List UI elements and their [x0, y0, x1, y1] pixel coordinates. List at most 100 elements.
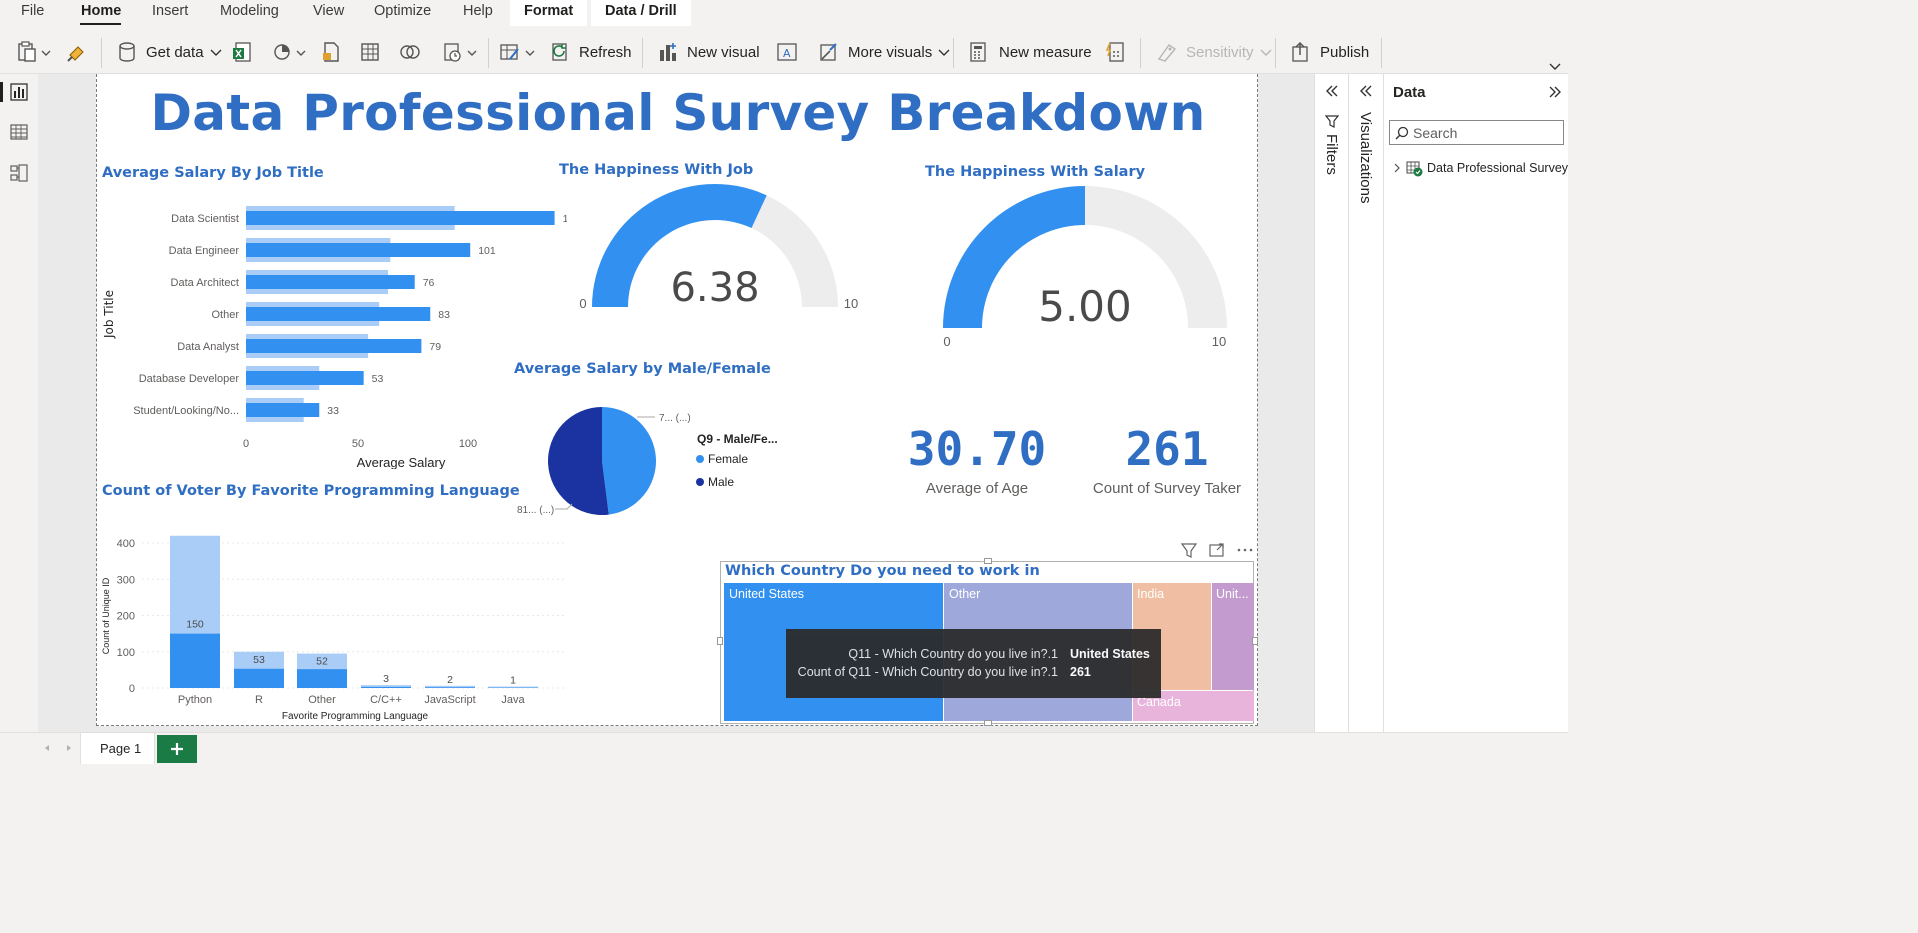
- language-category-label: C/C++: [370, 694, 402, 706]
- collapse-pane-icon[interactable]: [1324, 83, 1340, 99]
- bar-chart-icon: [660, 43, 676, 61]
- filters-label[interactable]: Filters: [1323, 134, 1340, 175]
- salary-bars: Data Scientist139Data Engineer101Data Ar…: [133, 206, 567, 422]
- menu-modeling[interactable]: Modeling: [220, 3, 279, 19]
- salary-bar[interactable]: [246, 275, 415, 289]
- excel-button[interactable]: [231, 40, 253, 64]
- gender-salary-pie[interactable]: 7... (...) 81... (...) Q9 - Male/Fe... F…: [507, 399, 807, 529]
- language-bar[interactable]: [297, 669, 347, 688]
- refresh-button[interactable]: Refresh: [549, 40, 632, 64]
- salary-bar[interactable]: [246, 371, 364, 385]
- resize-handle[interactable]: [717, 637, 723, 645]
- table-view-icon[interactable]: [9, 122, 29, 142]
- ribbon-separator: [1381, 38, 1382, 68]
- publish-button[interactable]: Publish: [1290, 40, 1369, 64]
- sensitivity-button[interactable]: Sensitivity: [1156, 40, 1274, 64]
- text-box-button[interactable]: A: [776, 40, 798, 64]
- language-value-label: 1: [510, 675, 516, 687]
- salary-bar[interactable]: [246, 339, 422, 353]
- salary-value-label: 79: [429, 341, 441, 353]
- resize-handle[interactable]: [1252, 637, 1258, 645]
- menu-home[interactable]: Home: [81, 3, 121, 19]
- salary-bar[interactable]: [246, 403, 320, 417]
- language-bar[interactable]: [425, 687, 475, 688]
- happiness-job-gauge[interactable]: 6.38 0 10: [567, 174, 867, 319]
- salary-category-label: Data Scientist: [171, 213, 239, 225]
- salary-category-label: Data Analyst: [177, 341, 239, 353]
- new-visual-button[interactable]: New visual: [657, 40, 760, 64]
- more-visuals-button[interactable]: More visuals: [818, 40, 952, 64]
- prev-page-icon[interactable]: [42, 743, 52, 753]
- page-tabs-bar: Page 1: [0, 732, 1568, 764]
- ribbon-separator: [1140, 38, 1141, 68]
- model-view-icon[interactable]: [9, 163, 29, 183]
- menu-data-drill[interactable]: Data / Drill: [591, 0, 691, 26]
- tooltip-value: 261: [1070, 665, 1091, 679]
- chevron-down-icon: [938, 49, 950, 56]
- language-bar[interactable]: [170, 633, 220, 688]
- new-measure-button[interactable]: New measure: [967, 40, 1092, 64]
- language-bar[interactable]: [361, 686, 411, 688]
- dataverse-button[interactable]: [399, 40, 421, 64]
- visualizations-pane: Visualizations: [1348, 74, 1383, 732]
- tooltip-row: Count of Q11 - Which Country do you live…: [786, 665, 1161, 683]
- treemap-cell-united-kingdom[interactable]: Unit...: [1212, 583, 1254, 690]
- language-ytick: 100: [117, 647, 135, 659]
- language-chart[interactable]: Count of Unique ID 0 100 200 300 400 150 Pyth…: [97, 526, 577, 724]
- recent-sources-button[interactable]: [442, 40, 478, 64]
- salary-bar[interactable]: [246, 243, 471, 257]
- language-bars: 150 Python 53 R 52 Other 3 C/C++ 2 JavaScript 1 Jav…: [170, 535, 538, 706]
- salary-by-job-chart[interactable]: Job Title Data Scientist139Data Engineer…: [97, 184, 567, 469]
- filter-icon[interactable]: [1180, 541, 1198, 559]
- menu-format[interactable]: Format: [510, 0, 588, 26]
- data-hub-icon: [274, 44, 306, 60]
- report-view-icon[interactable]: [9, 82, 29, 102]
- more-visuals-label: More visuals: [848, 43, 933, 61]
- sql-server-button[interactable]: [320, 40, 342, 64]
- legend-male: Male: [708, 475, 734, 489]
- salary-bar[interactable]: [246, 211, 555, 225]
- expand-pane-icon[interactable]: [1547, 84, 1563, 100]
- menu-optimize[interactable]: Optimize: [374, 3, 431, 19]
- focus-mode-icon[interactable]: [1208, 541, 1226, 559]
- salary-value-label: 101: [478, 245, 496, 257]
- next-page-icon[interactable]: [64, 743, 74, 753]
- language-ytick: 0: [129, 683, 135, 695]
- happiness-salary-gauge[interactable]: 5.00 0 10: [927, 178, 1227, 353]
- collapse-pane-icon[interactable]: [1358, 83, 1374, 99]
- salary-category-label: Other: [211, 309, 239, 321]
- visualizations-label[interactable]: Visualizations: [1357, 112, 1374, 203]
- enter-data-button[interactable]: [359, 40, 381, 64]
- data-hub-button[interactable]: [271, 40, 307, 64]
- resize-handle[interactable]: [984, 558, 992, 564]
- more-options-icon[interactable]: [1236, 541, 1254, 559]
- menu-file[interactable]: File: [21, 3, 44, 19]
- pie-slice-male[interactable]: [548, 407, 609, 515]
- data-table-item[interactable]: Data Professional Survey: [1392, 159, 1568, 179]
- ribbon: Get data Refresh New visual A More visua…: [0, 26, 1568, 74]
- legend-dot-female: [696, 455, 704, 463]
- add-page-button[interactable]: [157, 735, 197, 763]
- salary-tick-0: 0: [243, 438, 249, 450]
- transform-data-button[interactable]: [498, 40, 538, 64]
- data-search-input[interactable]: Search: [1389, 120, 1564, 145]
- salary-xlabel: Average Salary: [357, 455, 446, 469]
- page-tab[interactable]: Page 1: [80, 733, 155, 764]
- language-ytick: 200: [117, 611, 135, 623]
- menu-view[interactable]: View: [313, 3, 344, 19]
- excel-icon: [233, 42, 251, 62]
- language-category-label: JavaScript: [424, 694, 475, 706]
- resize-handle[interactable]: [984, 720, 992, 726]
- format-painter-button[interactable]: [66, 40, 88, 64]
- quick-measure-button[interactable]: [1104, 40, 1126, 64]
- menu-help[interactable]: Help: [463, 3, 493, 19]
- report-title: Data Professional Survey Breakdown: [150, 84, 1206, 142]
- get-data-button[interactable]: Get data: [116, 40, 224, 64]
- salary-bar[interactable]: [246, 307, 431, 321]
- pie-slice-female[interactable]: [602, 407, 656, 515]
- paste-button[interactable]: [16, 40, 52, 64]
- survey-count-value: 261: [1125, 422, 1209, 476]
- menu-insert[interactable]: Insert: [152, 3, 188, 19]
- language-bar[interactable]: [234, 668, 284, 688]
- chevron-down-icon: [1260, 49, 1272, 56]
